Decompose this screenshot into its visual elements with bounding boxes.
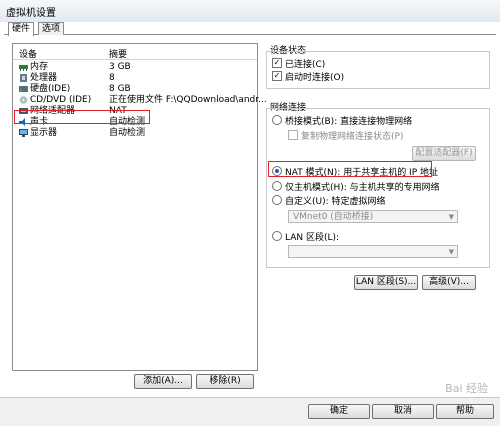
device-row-cd-dvd[interactable]: CD/DVD (IDE) 正在使用文件 F:\QQDownload\andr..… — [13, 95, 267, 105]
custom-radio[interactable] — [272, 195, 282, 205]
host-only-label[interactable]: 仅主机模式(H): 与主机共享的专用网络 — [285, 180, 440, 193]
device-summary: 自动检测 — [109, 128, 146, 138]
ok-button[interactable]: 确定 — [308, 404, 370, 419]
device-name: 处理器 — [30, 73, 58, 83]
connected-label[interactable]: 已连接(C) — [285, 57, 325, 70]
cancel-button[interactable]: 取消 — [372, 404, 434, 419]
lan-segment-radio[interactable] — [272, 231, 282, 241]
chevron-down-icon: ▼ — [448, 248, 454, 256]
display-icon — [19, 129, 28, 137]
device-row-memory[interactable]: 内存 3 GB — [13, 62, 257, 72]
help-button[interactable]: 帮助 — [436, 404, 494, 419]
connect-at-power-on-checkbox[interactable]: ✓ — [272, 71, 282, 81]
advanced-button[interactable]: 高级(V)... — [422, 275, 476, 290]
hard-disk-icon — [19, 86, 28, 92]
device-summary: 3 GB — [109, 62, 131, 72]
column-summary[interactable]: 摘要 — [109, 47, 127, 60]
tab-options[interactable]: 选项 — [38, 22, 65, 35]
replicate-state-label[interactable]: 复制物理网络连接状态(P) — [301, 129, 403, 142]
nat-highlight — [268, 161, 432, 177]
chevron-down-icon: ▼ — [448, 213, 454, 221]
device-list[interactable]: 设备 摘要 内存 3 GB 处理器 8 硬盘(IDE) 8 GB CD/DVD … — [12, 43, 267, 371]
vmnet-select[interactable]: VMnet0 (自动桥接) ▼ — [288, 210, 458, 223]
device-row-display[interactable]: 显示器 自动检测 — [13, 128, 257, 138]
device-list-header: 设备 摘要 — [13, 44, 257, 60]
device-summary: 8 — [109, 73, 115, 83]
column-device[interactable]: 设备 — [19, 47, 37, 60]
lan-segment-select[interactable]: ▼ — [288, 245, 458, 258]
device-row-processor[interactable]: 处理器 8 — [13, 73, 257, 83]
configure-adapter-button[interactable]: 配置适配器(F) — [412, 146, 476, 161]
bridged-radio[interactable] — [272, 115, 282, 125]
device-name: 显示器 — [30, 128, 58, 138]
tab-hardware[interactable]: 硬件 — [8, 22, 35, 36]
device-summary: 8 GB — [109, 84, 131, 94]
custom-label[interactable]: 自定义(U): 特定虚拟网络 — [285, 194, 386, 207]
cpu-icon — [20, 74, 27, 82]
connected-checkbox[interactable]: ✓ — [272, 58, 282, 68]
remove-device-button[interactable]: 移除(R) — [196, 374, 254, 389]
title-bar: 虚拟机设置 — [0, 0, 500, 22]
bridged-label[interactable]: 桥接模式(B): 直接连接物理网络 — [285, 114, 412, 127]
device-name: 内存 — [30, 62, 49, 72]
device-row-hard-disk[interactable]: 硬盘(IDE) 8 GB — [13, 84, 257, 94]
selection-highlight — [14, 110, 150, 124]
watermark: Bai 经验 — [445, 382, 488, 395]
device-summary: 正在使用文件 F:\QQDownload\andr... — [109, 95, 267, 105]
window-title: 虚拟机设置 — [6, 8, 56, 19]
connect-at-power-on-label[interactable]: 启动时连接(O) — [285, 70, 344, 83]
cd-dvd-icon — [19, 96, 28, 104]
lan-segments-button[interactable]: LAN 区段(S)... — [354, 275, 418, 290]
memory-icon — [19, 65, 28, 71]
lan-segment-label[interactable]: LAN 区段(L): — [285, 230, 339, 243]
replicate-state-checkbox[interactable] — [288, 130, 298, 140]
device-name: 硬盘(IDE) — [30, 84, 71, 94]
vmnet-select-value: VMnet0 (自动桥接) — [293, 212, 374, 222]
host-only-radio[interactable] — [272, 181, 282, 191]
add-device-button[interactable]: 添加(A)... — [134, 374, 192, 389]
device-name: CD/DVD (IDE) — [30, 95, 92, 105]
